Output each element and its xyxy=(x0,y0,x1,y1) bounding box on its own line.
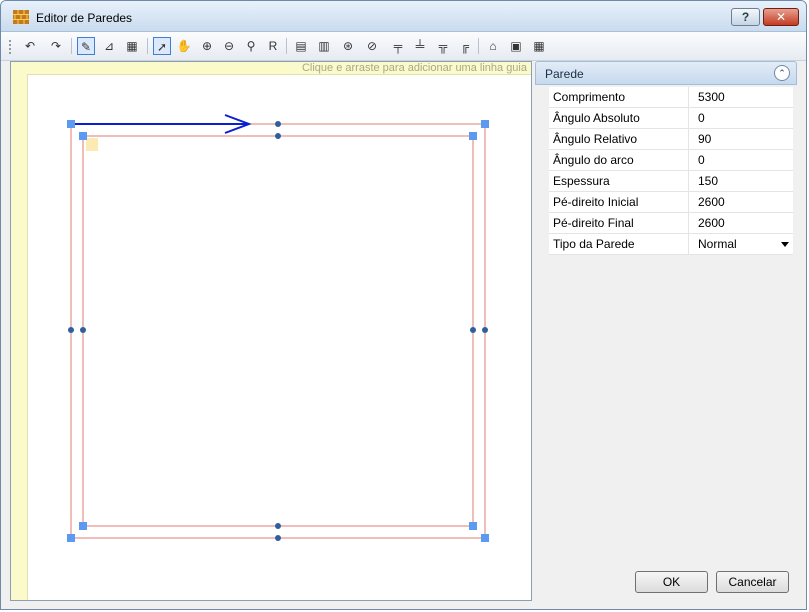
toolbar-separator xyxy=(147,38,148,54)
align-vertical-icon[interactable]: ╧ xyxy=(411,37,429,55)
corner-handle[interactable] xyxy=(67,534,75,542)
wall-app-icon xyxy=(13,10,29,24)
editor-toolbar: ↶ ↷ ✎ ⊿ ▦ ➚ ✋ ⊕ ⊖ ⚲ R ▤ ▥ ⊛ ⊘ ╤ ╧ ╦ ╔ ⌂ ▣ ▦ xyxy=(1,32,806,61)
property-value[interactable]: 150 xyxy=(694,171,793,191)
zoom-fit-icon[interactable]: ⚲ xyxy=(242,37,260,55)
panel-header[interactable]: Parede ⌃ xyxy=(535,61,797,85)
corner-handle[interactable] xyxy=(469,132,477,140)
properties-sidebar: Parede ⌃ Comprimento 5300 Ângulo Absoluto 0… xyxy=(535,61,797,601)
property-row[interactable]: Pé-direito Final 2600 xyxy=(549,213,793,234)
midpoint-handle[interactable] xyxy=(275,121,281,127)
property-row[interactable]: Comprimento 5300 xyxy=(549,87,793,108)
align-top-icon[interactable]: ╤ xyxy=(389,37,407,55)
property-label: Espessura xyxy=(549,171,689,191)
property-value[interactable]: 5300 xyxy=(694,87,793,107)
collapse-icon[interactable]: ⌃ xyxy=(774,65,790,81)
wall-drawing xyxy=(67,114,489,542)
property-label: Ângulo Absoluto xyxy=(549,108,689,128)
corner-handle[interactable] xyxy=(481,534,489,542)
property-label: Ângulo do arco xyxy=(549,150,689,170)
property-value[interactable]: 0 xyxy=(694,150,793,170)
node-remove-icon[interactable]: ⊘ xyxy=(363,37,381,55)
draw-wall-icon[interactable]: ✎ xyxy=(77,37,95,55)
zoom-out-icon[interactable]: ⊖ xyxy=(220,37,238,55)
wall-origin-marker xyxy=(86,138,98,151)
table-icon[interactable]: ▦ xyxy=(530,37,548,55)
toolbar-separator xyxy=(286,38,287,54)
split-wall-icon[interactable]: ⊿ xyxy=(100,37,118,55)
corner-handle[interactable] xyxy=(79,522,87,530)
undo-icon[interactable]: ↶ xyxy=(21,37,39,55)
zoom-in-icon[interactable]: ⊕ xyxy=(198,37,216,55)
window-title: Editor de Paredes xyxy=(36,11,133,25)
property-value[interactable]: 2600 xyxy=(694,213,793,233)
property-row[interactable]: Pé-direito Inicial 2600 xyxy=(549,192,793,213)
corner-handle[interactable] xyxy=(67,120,75,128)
corner-handle[interactable] xyxy=(469,522,477,530)
property-row[interactable]: Ângulo Absoluto 0 xyxy=(549,108,793,129)
redo-icon[interactable]: ↷ xyxy=(47,37,65,55)
wall-type-select[interactable]: Normal xyxy=(694,234,793,254)
midpoint-handle[interactable] xyxy=(275,535,281,541)
property-row[interactable]: Tipo da Parede Normal xyxy=(549,234,793,255)
wall-editor-window: Editor de Paredes ? ✕ ↶ ↷ ✎ ⊿ ▦ ➚ ✋ ⊕ ⊖ ⚲ R ▤ ▥ ⊛ ⊘ ╤ ╧ ╦… xyxy=(0,0,807,610)
corner-handle[interactable] xyxy=(481,120,489,128)
close-button[interactable]: ✕ xyxy=(763,8,799,26)
toolbar-separator xyxy=(71,38,72,54)
refresh-r-icon[interactable]: R xyxy=(264,37,282,55)
property-value[interactable]: 0 xyxy=(694,108,793,128)
wall-inner-outline xyxy=(82,135,474,527)
node-add-icon[interactable]: ⊛ xyxy=(339,37,357,55)
align-bottom-icon[interactable]: ╦ xyxy=(434,37,452,55)
property-label: Pé-direito Inicial xyxy=(549,192,689,212)
title-bar: Editor de Paredes ? ✕ xyxy=(1,1,806,32)
help-button[interactable]: ? xyxy=(731,8,760,26)
toolbar-grip[interactable] xyxy=(9,40,13,54)
midpoint-handle[interactable] xyxy=(275,523,281,529)
property-label: Pé-direito Final xyxy=(549,213,689,233)
select-pointer-icon[interactable]: ➚ xyxy=(153,37,171,55)
dropdown-arrow-icon[interactable] xyxy=(781,242,789,247)
import-icon[interactable]: ▣ xyxy=(507,37,525,55)
ok-button[interactable]: OK xyxy=(635,571,708,593)
property-value[interactable]: 90 xyxy=(694,129,793,149)
midpoint-handle[interactable] xyxy=(482,327,488,333)
wall-outer-outline xyxy=(70,123,486,539)
property-row[interactable]: Ângulo Relativo 90 xyxy=(549,129,793,150)
midpoint-handle[interactable] xyxy=(470,327,476,333)
toolbar-separator xyxy=(478,38,479,54)
corner-handle[interactable] xyxy=(79,132,87,140)
property-grid: Comprimento 5300 Ângulo Absoluto 0 Ângulo Re… xyxy=(549,87,793,255)
cancel-button[interactable]: Cancelar xyxy=(716,571,789,593)
wall-add-icon[interactable]: ▤ xyxy=(292,37,310,55)
midpoint-handle[interactable] xyxy=(80,327,86,333)
property-label: Ângulo Relativo xyxy=(549,129,689,149)
property-label: Comprimento xyxy=(549,87,689,107)
property-value[interactable]: 2600 xyxy=(694,192,793,212)
property-label: Tipo da Parede xyxy=(549,234,689,254)
property-row[interactable]: Ângulo do arco 0 xyxy=(549,150,793,171)
pan-hand-icon[interactable]: ✋ xyxy=(175,37,193,55)
drawing-canvas[interactable]: Clique e arraste para adicionar uma linh… xyxy=(10,61,532,601)
panel-title: Parede xyxy=(545,67,584,81)
house-icon[interactable]: ⌂ xyxy=(484,37,502,55)
property-row[interactable]: Espessura 150 xyxy=(549,171,793,192)
midpoint-handle[interactable] xyxy=(68,327,74,333)
grid-icon[interactable]: ▦ xyxy=(123,37,141,55)
corner-icon[interactable]: ╔ xyxy=(456,37,474,55)
wall-remove-icon[interactable]: ▥ xyxy=(315,37,333,55)
midpoint-handle[interactable] xyxy=(275,133,281,139)
